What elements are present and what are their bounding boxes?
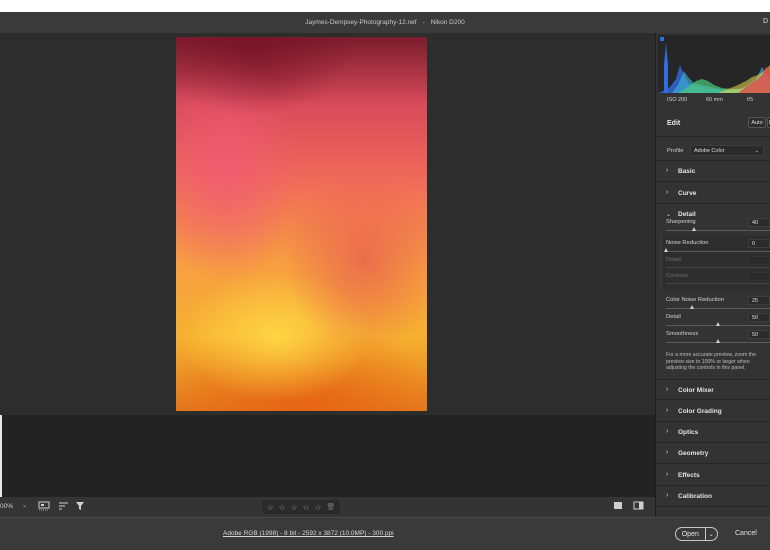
star-1-icon[interactable]: ☆ (267, 503, 274, 512)
profile-selected-value: Adobe Color (694, 148, 725, 154)
aperture-value: f/5 (747, 97, 754, 103)
chevron-right-icon: › (666, 386, 669, 393)
detail-zoom-note: For a more accurate preview, zoom the pr… (666, 352, 756, 371)
nr-contrast-value (748, 272, 770, 281)
cnr-detail-thumb[interactable] (715, 322, 720, 326)
zoom-dropdown-icon[interactable]: ⌄ (22, 502, 27, 509)
cnr-detail-value[interactable]: 50 (748, 313, 770, 322)
sharpening-thumb[interactable] (691, 227, 696, 231)
status-bar: Adobe RGB (1998) - 8 bit - 2592 x 3872 (… (0, 517, 770, 550)
title-bar: Jaymes-Dempsey-Photography-12.nef - Niko… (0, 12, 770, 33)
section-curve[interactable]: › Curve (656, 183, 770, 204)
photo-preview[interactable] (176, 37, 427, 411)
nr-contrast-label: Contrast (666, 273, 688, 279)
single-view-icon[interactable] (612, 501, 624, 513)
section-color-mixer-label: Color Mixer (678, 387, 714, 394)
open-button[interactable]: Open ⌄ (675, 527, 718, 541)
trash-icon[interactable]: 🗑 (326, 503, 335, 511)
camera-info: ISO 200 60 mm f/5 (656, 95, 770, 107)
filter-icon[interactable] (74, 501, 86, 513)
profile-dropdown[interactable]: Adobe Color ⌄ (690, 145, 764, 156)
filmstrip-view-icon[interactable] (38, 501, 50, 513)
section-geometry[interactable]: › Geometry (656, 443, 770, 464)
profile-chevron-down-icon: ⌄ (754, 148, 759, 154)
section-basic-label: Basic (678, 168, 696, 175)
chevron-right-icon: › (666, 407, 669, 414)
star-rating[interactable]: ☆ ☆ ☆ ☆ ☆ 🗑 (262, 500, 340, 514)
section-calibration[interactable]: › Calibration (656, 486, 770, 507)
title-corner-label: D (762, 18, 768, 25)
cnr-detail-label: Detail (666, 314, 681, 320)
open-button-label[interactable]: Open (676, 531, 705, 538)
sharpening-value[interactable]: 40 (748, 218, 770, 227)
clipping-warning-shadows-icon[interactable] (660, 37, 664, 41)
nr-contrast-track (666, 283, 770, 284)
edit-header: Edit Auto B (656, 111, 770, 137)
workflow-options-link[interactable]: Adobe RGB (1998) - 8 bit - 2592 x 3872 (… (223, 530, 394, 537)
nr-detail-label: Detail (666, 257, 681, 263)
noise-reduction-value[interactable]: 0 (748, 239, 770, 248)
zoom-level[interactable]: 00% (0, 503, 13, 510)
camera-model: Nikon D200 (430, 19, 465, 26)
section-color-grading[interactable]: › Color Grading (656, 401, 770, 422)
section-color-mixer[interactable]: › Color Mixer (656, 379, 770, 400)
section-detail-label: Detail (678, 211, 696, 218)
iso-value: ISO 200 (667, 97, 688, 103)
star-4-icon[interactable]: ☆ (303, 503, 310, 512)
before-after-icon[interactable] (632, 501, 644, 513)
histogram-chart (658, 37, 770, 93)
nr-detail-track (666, 267, 770, 268)
file-name: Jaymes-Dempsey-Photography-12.nef (305, 19, 417, 26)
preview-toolbar: 00% ⌄ ☆ ☆ ☆ ☆ ☆ 🗑 (0, 497, 655, 517)
chevron-right-icon: › (666, 167, 669, 174)
nr-detail-value (748, 256, 770, 265)
section-effects[interactable]: › Effects (656, 465, 770, 486)
sharpening-label: Sharpening (666, 219, 696, 225)
smoothness-value[interactable]: 50 (748, 330, 770, 339)
sort-icon[interactable] (57, 501, 69, 513)
chevron-down-icon: ⌄ (666, 212, 672, 218)
image-preview-area[interactable] (0, 33, 655, 415)
chevron-right-icon: › (666, 471, 669, 478)
color-noise-reduction-label: Color Noise Reduction (666, 297, 724, 303)
noise-reduction-track[interactable] (666, 251, 770, 252)
filmstrip-selected-thumbnail[interactable] (0, 415, 2, 497)
chevron-right-icon: › (666, 492, 669, 499)
histogram (658, 35, 770, 93)
profile-label: Profile (667, 148, 684, 154)
smoothness-label: Smoothness (666, 331, 699, 337)
focal-length-value: 60 mm (706, 97, 723, 103)
section-calibration-label: Calibration (678, 493, 712, 500)
smoothness-thumb[interactable] (715, 339, 720, 343)
section-effects-label: Effects (678, 472, 700, 479)
chevron-right-icon: › (666, 449, 669, 456)
color-noise-reduction-thumb[interactable] (689, 305, 694, 309)
star-5-icon[interactable]: ☆ (314, 503, 321, 512)
chevron-right-icon: › (666, 189, 669, 196)
section-basic[interactable]: › Basic (656, 161, 770, 182)
title-separator: - (422, 19, 425, 26)
color-noise-reduction-value[interactable]: 25 (748, 296, 770, 305)
edit-title: Edit (667, 120, 681, 127)
star-2-icon[interactable]: ☆ (279, 503, 286, 512)
profile-row: Profile Adobe Color ⌄ (656, 139, 770, 161)
section-optics-label: Optics (678, 429, 699, 436)
noise-reduction-thumb[interactable] (663, 248, 668, 252)
chevron-right-icon: › (666, 428, 669, 435)
section-geometry-label: Geometry (678, 450, 709, 457)
section-curve-label: Curve (678, 190, 697, 197)
color-noise-reduction-track[interactable] (666, 308, 770, 309)
filmstrip[interactable] (0, 415, 655, 497)
auto-button[interactable]: Auto (748, 117, 766, 128)
section-optics[interactable]: › Optics (656, 422, 770, 443)
noise-reduction-label: Noise Reduction (666, 240, 709, 246)
open-options-chevron-icon[interactable]: ⌄ (706, 531, 717, 538)
star-3-icon[interactable]: ☆ (291, 503, 298, 512)
sharpening-track[interactable] (666, 230, 770, 231)
section-color-grading-label: Color Grading (678, 408, 722, 415)
cancel-button[interactable]: Cancel (735, 530, 757, 537)
